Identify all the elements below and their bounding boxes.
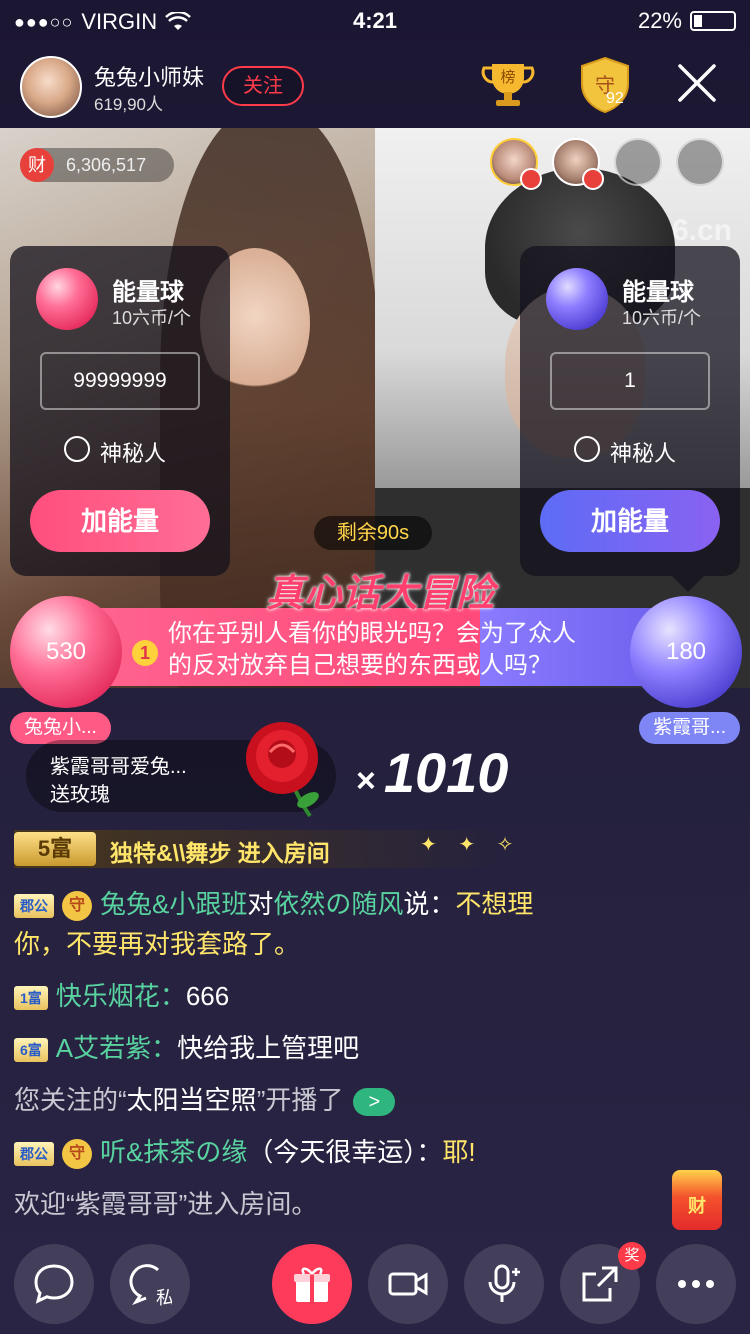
chat-text: 666 [185,981,230,1011]
svg-text:私: 私 [156,1288,172,1306]
chat-message: 6富 A艾若紫：快给我上管理吧 [14,1028,734,1068]
wealth-icon: 财 [20,148,54,182]
right-energy-score[interactable]: 180 [630,596,742,708]
microphone-icon [488,1264,520,1302]
wealth-level-badge: 1富 [14,986,48,1011]
right-player-name[interactable]: 紫霞哥... [639,712,740,744]
anonymous-radio[interactable] [64,436,90,462]
gift-box-icon [294,1267,330,1302]
go-to-room-button[interactable]: > [353,1088,396,1117]
host-avatar[interactable] [20,56,82,118]
question-line-2: 的反对放弃自己想要的东西或人吗？ [168,652,552,679]
energy-quantity-input[interactable]: 99999999 [40,352,200,410]
chat-text: 你，不要再对我套路了。 [14,929,301,959]
question-text: 你在乎别人看你的眼光吗？会为了众人 的反对放弃自己想要的东西或人吗？ [168,618,628,682]
energy-orb-blue-icon [546,268,608,330]
chat-message: 1富 快乐烟花：666 [14,976,734,1016]
red-packet-icon[interactable]: 财 [672,1170,722,1230]
camera-button[interactable] [368,1244,448,1324]
energy-title: 能量球 [112,279,184,306]
energy-price: 10六币/个 [622,308,702,328]
empty-seat-icon[interactable] [676,138,724,186]
add-energy-button[interactable]: 加能量 [30,490,210,552]
gift-count: 1010 [383,741,509,804]
chat-message: 郡公守兔兔&小跟班对依然の随风说：不想理 你，不要再对我套路了。 [14,889,534,959]
mic-button[interactable] [464,1244,544,1324]
close-icon[interactable] [676,62,718,104]
energy-orb-pink-icon [36,268,98,330]
private-chat-button[interactable]: 私 [110,1244,190,1324]
noble-badge: 郡公 [14,894,54,919]
chat-bubble-icon [34,1264,74,1304]
gift-sender: 紫霞哥哥爱兔... [50,756,187,778]
truth-or-dare-title: 真心话大冒险 [265,573,494,615]
chat-user[interactable]: A艾若紫 [56,1033,151,1063]
welcome-notice: 欢迎“紫霞哥哥”进入房间。 [14,1189,318,1219]
anonymous-label: 神秘人 [100,441,167,466]
gift-multiplier: × 1010 [356,741,509,804]
question-line-1: 你在乎别人看你的眼光吗？会为了众人 [168,620,576,647]
wealth-counter[interactable]: 财 6,306,517 [20,148,174,182]
host-followers: 619,90人 [94,95,163,114]
chat-list[interactable]: 郡公守兔兔&小跟班对依然の随风说：不想理 你，不要再对我套路了。 1富 快乐烟花：… [14,884,734,1236]
audience-list [490,138,724,190]
energy-panel-left: 能量球 10六币/个 99999999 神秘人 加能量 [10,246,230,576]
follow-button[interactable]: 关注 [222,66,304,106]
svg-text:榜: 榜 [500,68,515,86]
guard-shield-icon: 守 [62,891,92,922]
chat-user[interactable]: 听&抹茶の缘 [100,1137,247,1167]
anonymous-label: 神秘人 [610,441,677,466]
question-number: 1 [132,640,158,666]
chat-user[interactable]: 快乐烟花 [56,981,160,1011]
guard-shield-icon: 守 [62,1139,92,1170]
status-bar: ●●●○○ VIRGIN 4:21 22% [0,0,750,42]
ranking-trophy-icon[interactable]: 榜 [480,56,536,112]
wealth-level-badge: 5富 [14,832,96,866]
wealth-value: 6,306,517 [66,154,147,175]
gift-action: 送玫瑰 [50,784,110,806]
watermark: 6.cn [671,214,732,247]
add-energy-button[interactable]: 加能量 [540,490,720,552]
audience-avatar[interactable] [552,138,604,190]
noble-badge: 郡公 [14,1142,54,1167]
share-icon [582,1266,618,1302]
chat-text: 快给我上管理吧 [177,1033,360,1063]
rose-gift-icon [246,722,319,818]
video-camera-icon [388,1272,428,1296]
chat-user[interactable]: 兔兔&小跟班 [100,889,247,919]
private-chat-icon: 私 [129,1264,172,1306]
wealth-level-badge: 6富 [14,1038,48,1063]
battery-percent: 22% [637,8,682,33]
gift-button[interactable] [272,1244,352,1324]
follow-notice: 您关注的“太阳当空照”开播了 > [14,1080,734,1120]
chat-target-user[interactable]: 依然の随风 [273,889,403,919]
chat-text: 耶! [442,1137,476,1167]
battery-icon [690,11,736,31]
followed-host-name[interactable]: 太阳当空照 [127,1085,257,1115]
energy-price: 10六币/个 [112,308,192,328]
energy-title: 能量球 [622,279,694,306]
left-energy-score[interactable]: 530 [10,596,122,708]
sparkle-icon: ✦ ✦ ✧ [420,834,522,856]
guard-shield-icon[interactable]: 守 [574,54,636,116]
seat-icon [520,168,542,190]
battery: 22% [638,8,736,34]
room-header: 兔兔小师妹 619,90人 关注 榜 守 92 [0,48,750,126]
more-button[interactable] [656,1244,736,1324]
chat-text: 不想理 [455,889,534,919]
countdown-timer: 剩余90s [314,516,432,550]
guard-count: 92 [606,90,624,107]
audience-avatar[interactable] [490,138,542,190]
host-name[interactable]: 兔兔小师妹 [94,60,204,92]
empty-seat-icon[interactable] [614,138,662,186]
energy-panel-right: 能量球 10六币/个 1 神秘人 加能量 [520,246,740,592]
anonymous-radio[interactable] [574,436,600,462]
seat-icon [582,168,604,190]
entry-text: 独特&\\舞步 进入房间 [110,840,330,866]
prize-badge: 奖 [618,1242,646,1270]
chat-button[interactable] [14,1244,94,1324]
chat-message: 郡公守听&抹茶の缘（今天很幸运）：耶! [14,1132,734,1172]
energy-quantity-input[interactable]: 1 [550,352,710,410]
more-dots-icon [678,1280,714,1288]
